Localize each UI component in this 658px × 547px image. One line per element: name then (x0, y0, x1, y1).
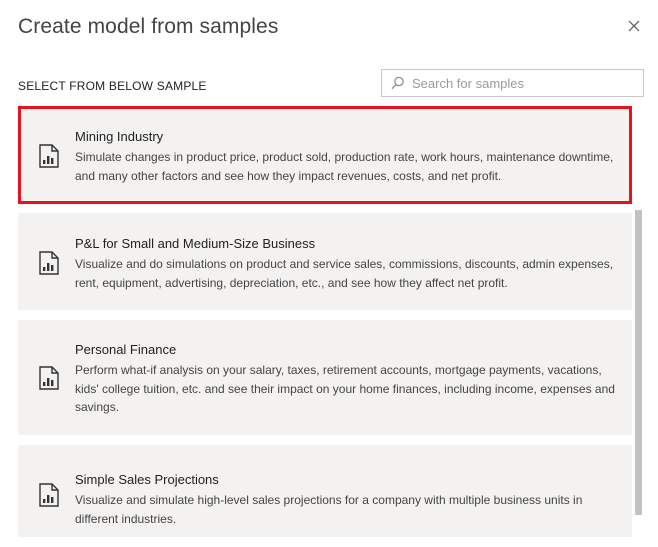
search-input[interactable] (412, 75, 632, 91)
close-icon (628, 20, 640, 32)
document-chart-icon (39, 366, 59, 390)
sample-description: Perform what-if analysis on your salary,… (75, 363, 615, 414)
sample-title: P&L for Small and Medium-Size Business (75, 236, 316, 251)
sample-title: Mining Industry (75, 129, 164, 144)
sample-card-pl-small-medium-business[interactable]: P&L for Small and Medium-Size Business V… (18, 213, 632, 310)
section-label: SELECT FROM BELOW SAMPLE (18, 79, 207, 93)
sample-title: Simple Sales Projections (75, 472, 219, 487)
sample-card-simple-sales-projections[interactable]: Simple Sales Projections Visualize and s… (18, 445, 632, 537)
sample-list: Mining Industry Simulate changes in prod… (18, 106, 632, 547)
search-icon (391, 76, 404, 90)
sample-description: Visualize and do simulations on product … (75, 257, 614, 290)
scrollbar[interactable] (635, 210, 642, 515)
document-chart-icon (39, 251, 59, 275)
dialog-title: Create model from samples (18, 15, 279, 38)
document-chart-icon (39, 483, 59, 507)
document-chart-icon (39, 144, 59, 168)
close-button[interactable] (622, 14, 646, 38)
create-model-dialog: Create model from samples SELECT FROM BE… (0, 0, 658, 547)
sample-description: Visualize and simulate high-level sales … (75, 493, 583, 526)
search-box[interactable] (381, 69, 644, 97)
sample-description: Simulate changes in product price, produ… (75, 150, 614, 183)
sample-card-personal-finance[interactable]: Personal Finance Perform what-if analysi… (18, 320, 632, 435)
sample-card-mining-industry[interactable]: Mining Industry Simulate changes in prod… (18, 106, 632, 204)
sample-title: Personal Finance (75, 342, 177, 357)
